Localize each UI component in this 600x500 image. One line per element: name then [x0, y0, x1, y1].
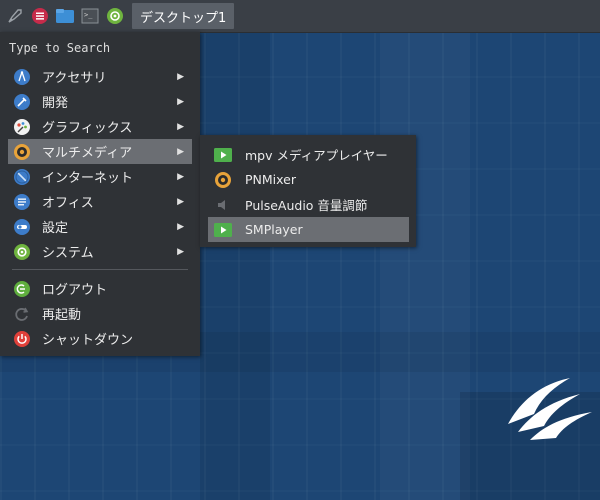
- menu-item-office[interactable]: オフィス ▶: [8, 189, 192, 214]
- menu-item-label: オフィス: [42, 196, 94, 211]
- smplayer-icon: [213, 220, 233, 240]
- logout-icon: [12, 279, 32, 299]
- menu-item-label: 開発: [42, 96, 69, 111]
- submenu-item-label: PNMixer: [245, 172, 296, 187]
- menu-item-label: インターネット: [42, 171, 134, 186]
- desktop-pattern: [380, 32, 470, 500]
- system-icon: [12, 242, 32, 262]
- rocket-icon[interactable]: [4, 5, 26, 27]
- menu-icon[interactable]: [29, 5, 51, 27]
- menu-item-system[interactable]: システム ▶: [8, 239, 192, 264]
- submenu-arrow-icon: ▶: [177, 121, 184, 132]
- submenu-item-mpv[interactable]: mpv メディアプレイヤー: [208, 142, 409, 167]
- folder-icon[interactable]: [54, 5, 76, 27]
- menu-item-label: シャットダウン: [42, 333, 134, 348]
- multimedia-icon: [12, 142, 32, 162]
- menu-separator: [12, 269, 188, 270]
- workspace-label: デスクトップ1: [140, 10, 227, 26]
- speaker-icon: [213, 195, 233, 215]
- menu-item-development[interactable]: 開発 ▶: [8, 89, 192, 114]
- multimedia-submenu: mpv メディアプレイヤー PNMixer PulseAudio 音量調節 SM…: [200, 135, 416, 247]
- menu-item-label: 設定: [42, 221, 69, 236]
- svg-text:>_: >_: [84, 11, 93, 19]
- submenu-item-label: SMPlayer: [245, 222, 303, 237]
- submenu-item-smplayer[interactable]: SMPlayer: [208, 217, 409, 242]
- taskbar: >_ デスクトップ1: [0, 0, 600, 33]
- settings-icon[interactable]: [104, 5, 126, 27]
- submenu-arrow-icon: ▶: [177, 246, 184, 257]
- development-icon: [12, 92, 32, 112]
- menu-item-label: グラフィックス: [42, 121, 133, 136]
- settings-icon: [12, 217, 32, 237]
- submenu-item-pnmixer[interactable]: PNMixer: [208, 167, 409, 192]
- mpv-icon: [213, 145, 233, 165]
- menu-item-settings[interactable]: 設定 ▶: [8, 214, 192, 239]
- menu-item-restart[interactable]: 再起動: [8, 301, 192, 326]
- submenu-arrow-icon: ▶: [177, 196, 184, 207]
- menu-item-label: システム: [42, 246, 94, 261]
- office-icon: [12, 192, 32, 212]
- menu-item-internet[interactable]: インターネット ▶: [8, 164, 192, 189]
- menu-item-accessories[interactable]: アクセサリ ▶: [8, 64, 192, 89]
- application-menu: Type to Search アクセサリ ▶ 開発 ▶ グラフィックス ▶ マル…: [0, 32, 200, 356]
- menu-item-label: 再起動: [42, 308, 82, 323]
- terminal-icon[interactable]: >_: [79, 5, 101, 27]
- submenu-arrow-icon: ▶: [177, 96, 184, 107]
- menu-item-graphics[interactable]: グラフィックス ▶: [8, 114, 192, 139]
- menu-item-label: マルチメディア: [42, 146, 133, 161]
- desktop-pattern: [200, 32, 270, 500]
- internet-icon: [12, 167, 32, 187]
- search-input[interactable]: Type to Search: [0, 32, 200, 64]
- submenu-arrow-icon: ▶: [177, 146, 184, 157]
- menu-item-label: アクセサリ: [42, 71, 107, 86]
- submenu-arrow-icon: ▶: [177, 71, 184, 82]
- restart-icon: [12, 304, 32, 324]
- menu-item-multimedia[interactable]: マルチメディア ▶: [8, 139, 192, 164]
- submenu-item-pulseaudio[interactable]: PulseAudio 音量調節: [208, 192, 409, 217]
- submenu-arrow-icon: ▶: [177, 221, 184, 232]
- workspace-switcher[interactable]: デスクトップ1: [132, 3, 235, 29]
- search-placeholder: Type to Search: [9, 41, 111, 55]
- menu-item-shutdown[interactable]: シャットダウン: [8, 326, 192, 351]
- menu-item-label: ログアウト: [42, 283, 108, 298]
- submenu-arrow-icon: ▶: [177, 171, 184, 182]
- graphics-icon: [12, 117, 32, 137]
- shutdown-icon: [12, 329, 32, 349]
- accessories-icon: [12, 67, 32, 87]
- menu-item-logout[interactable]: ログアウト: [8, 276, 192, 301]
- pnmixer-icon: [213, 170, 233, 190]
- submenu-item-label: PulseAudio 音量調節: [245, 198, 368, 213]
- submenu-item-label: mpv メディアプレイヤー: [245, 148, 388, 163]
- wallpaper-logo-icon: [508, 378, 592, 440]
